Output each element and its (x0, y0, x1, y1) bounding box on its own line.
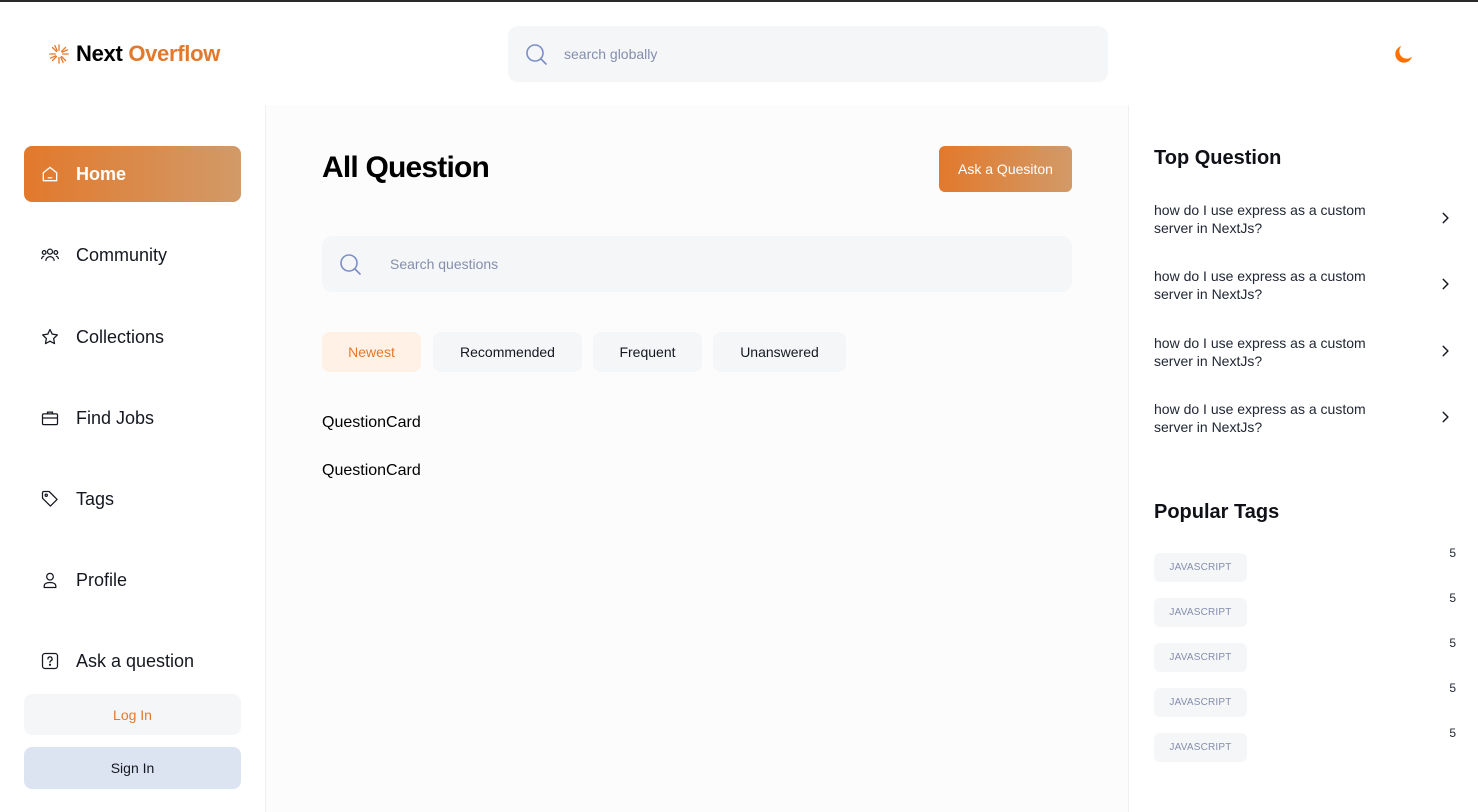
home-icon (42, 166, 58, 182)
sidebar-item-label: Tags (76, 488, 115, 509)
sidebar-item-label: Collections (76, 326, 165, 347)
sidebar-item-find-jobs[interactable]: Find Jobs (24, 390, 241, 446)
global-search-input[interactable] (564, 26, 1084, 82)
ask-question-button[interactable]: Ask a Quesiton (939, 146, 1072, 192)
signin-button[interactable]: Sign In (24, 747, 241, 789)
login-button[interactable]: Log In (24, 694, 241, 735)
search-icon (340, 254, 361, 275)
top-question-text: how do I use express as a custom server … (1154, 202, 1366, 236)
tag-count: 5 (1449, 591, 1456, 605)
top-question-item[interactable]: how do I use express as a custom server … (1154, 400, 1454, 440)
chevron-right-icon (1442, 212, 1449, 224)
sidebar-item-community[interactable]: Community (24, 227, 241, 283)
top-question-item[interactable]: how do I use express as a custom server … (1154, 201, 1454, 241)
sidebar-item-home[interactable]: Home (24, 146, 241, 202)
search-icon (526, 44, 547, 65)
question-icon (41, 652, 59, 670)
tag-icon (41, 490, 58, 507)
top-question-text: how do I use express as a custom server … (1154, 401, 1366, 435)
filter-recommended[interactable]: Recommended (433, 332, 582, 372)
tag-badge[interactable]: JAVASCRIPT (1154, 733, 1247, 762)
chevron-right-icon (1442, 278, 1449, 290)
logo-accent: Overflow (128, 41, 221, 66)
top-question-text: how do I use express as a custom server … (1154, 335, 1366, 369)
logo-text: Next Overflow (76, 40, 220, 68)
sidebar-item-label: Profile (76, 569, 128, 590)
tag-count: 5 (1449, 636, 1456, 650)
sidebar-item-ask-question[interactable]: Ask a question (24, 633, 241, 689)
filter-newest[interactable]: Newest (322, 332, 421, 372)
users-icon (41, 248, 59, 261)
question-search-input[interactable] (390, 236, 1050, 292)
sidebar-item-tags[interactable]: Tags (24, 471, 241, 527)
question-card[interactable]: QuestionCard (322, 462, 421, 480)
tag-badge[interactable]: JAVASCRIPT (1154, 643, 1247, 672)
chevron-right-icon (1442, 345, 1449, 357)
tag-badge[interactable]: JAVASCRIPT (1154, 553, 1247, 582)
tag-count: 5 (1449, 726, 1456, 740)
briefcase-icon (41, 411, 59, 426)
filter-frequent[interactable]: Frequent (593, 332, 702, 372)
top-question-text: how do I use express as a custom server … (1154, 268, 1366, 302)
popular-tag-row: JAVASCRIPT 5 (1154, 546, 1456, 583)
sidebar-item-profile[interactable]: Profile (24, 552, 241, 608)
tag-count: 5 (1449, 681, 1456, 695)
chevron-right-icon (1442, 411, 1449, 423)
user-icon (43, 572, 57, 589)
popular-tags-title: Popular Tags (1154, 501, 1280, 523)
popular-tag-row: JAVASCRIPT 5 (1154, 591, 1456, 628)
popular-tag-row: JAVASCRIPT 5 (1154, 636, 1456, 673)
sidebar-item-label: Ask a question (76, 650, 195, 671)
right-sidebar: Top Question how do I use express as a c… (1128, 105, 1478, 812)
filter-unanswered[interactable]: Unanswered (713, 332, 846, 372)
global-search[interactable] (508, 26, 1108, 82)
left-sidebar: Home Community Collections Find Jobs Tag… (0, 105, 266, 812)
question-card[interactable]: QuestionCard (322, 414, 421, 432)
logo-prefix: Next (76, 41, 123, 66)
logo[interactable]: Next Overflow (48, 40, 220, 68)
sidebar-item-label: Community (76, 244, 168, 265)
question-search[interactable] (322, 236, 1072, 292)
sidebar-item-collections[interactable]: Collections (24, 309, 241, 365)
tag-badge[interactable]: JAVASCRIPT (1154, 598, 1247, 627)
star-icon (42, 328, 58, 345)
sidebar-item-label: Home (76, 163, 127, 184)
navbar: Next Overflow (0, 2, 1478, 105)
top-questions-title: Top Question (1154, 147, 1282, 169)
moon-icon[interactable] (1392, 42, 1416, 66)
sidebar-item-label: Find Jobs (76, 407, 155, 428)
top-question-item[interactable]: how do I use express as a custom server … (1154, 267, 1454, 307)
page-title: All Question (322, 151, 490, 184)
sunburst-logo-icon (49, 44, 69, 64)
top-question-item[interactable]: how do I use express as a custom server … (1154, 334, 1454, 374)
tag-badge[interactable]: JAVASCRIPT (1154, 688, 1247, 717)
popular-tag-row: JAVASCRIPT 5 (1154, 681, 1456, 718)
popular-tag-row: JAVASCRIPT 5 (1154, 726, 1456, 763)
tag-count: 5 (1449, 546, 1456, 560)
main-content: All Question Ask a Quesiton Newest Recom… (266, 105, 1128, 812)
